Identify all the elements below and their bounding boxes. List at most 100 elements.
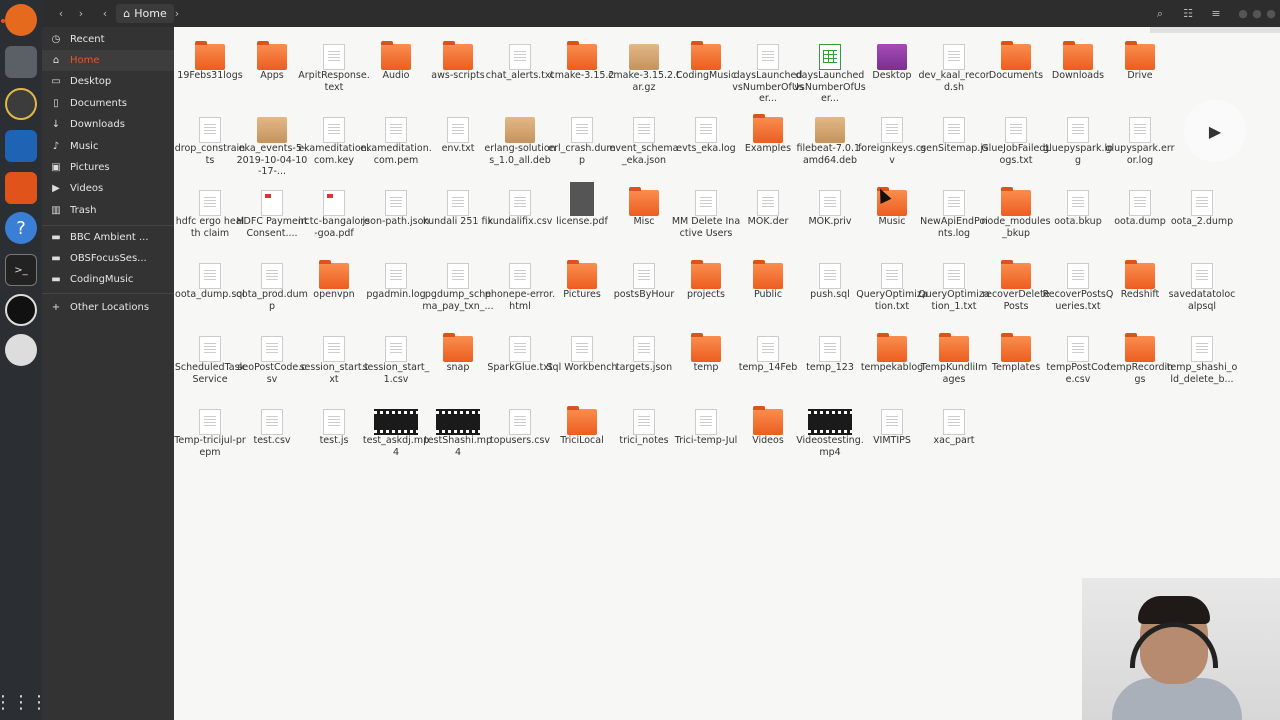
file-item[interactable]: test_askdj.mp4	[363, 398, 429, 469]
path-left-icon[interactable]: ‹	[98, 4, 112, 23]
sidebar-item-recent[interactable]: ◷ Recent	[42, 29, 174, 50]
file-item[interactable]: phonepe-error.html	[485, 252, 555, 323]
file-item[interactable]: gluepyspark.log	[1043, 106, 1113, 177]
file-item[interactable]: drop_constraints	[175, 106, 245, 177]
file-item[interactable]: QueryOptimization.txt	[856, 252, 928, 323]
file-item[interactable]: oota.dump	[1108, 179, 1172, 250]
file-item[interactable]: Misc	[612, 179, 676, 250]
file-item[interactable]: topusers.csv	[488, 398, 552, 469]
file-item[interactable]: oota_dump.sql	[175, 252, 245, 323]
file-item[interactable]: MOK.der	[736, 179, 800, 250]
file-item[interactable]: TriciLocal	[550, 398, 614, 469]
file-item[interactable]: daysLaunchedvsNumberOfUser...	[732, 33, 804, 104]
file-item[interactable]: cmake-3.15.2	[550, 33, 614, 104]
sidebar-item-videos[interactable]: ▶ Videos	[42, 178, 174, 199]
file-item[interactable]: VIMTIPS	[860, 398, 924, 469]
file-item[interactable]: NewApiEndPoints.log	[920, 179, 988, 250]
file-item[interactable]: seoPostCode.csv	[237, 325, 307, 396]
file-item[interactable]: ArpitResponse.text	[298, 33, 370, 104]
sidebar-item-pictures[interactable]: ▣ Pictures	[42, 157, 174, 178]
file-item[interactable]: postsByHour	[612, 252, 676, 323]
file-item[interactable]: 19Febs31logs	[177, 33, 243, 104]
file-item[interactable]: Desktop	[860, 33, 924, 104]
file-item[interactable]: Videostesting.mp4	[796, 398, 864, 469]
forward-icon[interactable]: ›	[74, 4, 88, 23]
sidebar-item-other-locations[interactable]: + Other Locations	[42, 297, 174, 318]
terminal-icon[interactable]: >_	[5, 254, 37, 286]
file-item[interactable]: dev_kaal_record.sh	[918, 33, 990, 104]
file-item[interactable]: TempKundliImages	[921, 325, 987, 396]
file-item[interactable]: push.sql	[798, 252, 862, 323]
path-home-button[interactable]: ⌂ Home	[116, 4, 174, 23]
file-item[interactable]: testShashi.mp4	[424, 398, 492, 469]
file-item[interactable]: temp	[674, 325, 738, 396]
file-item[interactable]: GlueJobFailedLogs.txt	[981, 106, 1051, 177]
file-item[interactable]: Drive	[1108, 33, 1172, 104]
file-item[interactable]: irctc-bangalore-goa.pdf	[298, 179, 370, 250]
file-item[interactable]: pgdump_schema_pay_txn_...	[422, 252, 494, 323]
obs-icon[interactable]	[5, 294, 37, 326]
maximize-icon[interactable]: ●	[1252, 4, 1262, 23]
file-item[interactable]: aws-scripts	[426, 33, 490, 104]
help-icon[interactable]: ?	[5, 212, 37, 244]
file-item[interactable]: tempRecordings	[1107, 325, 1173, 396]
file-item[interactable]: targets.json	[612, 325, 676, 396]
file-item[interactable]: test.csv	[240, 398, 304, 469]
file-item[interactable]: Redshift	[1108, 252, 1172, 323]
file-item[interactable]: xac_part	[922, 398, 986, 469]
file-item[interactable]: hdfc ergo health claim	[176, 179, 244, 250]
file-item[interactable]: RecoverPostsQueries.txt	[1043, 252, 1113, 323]
writer-icon[interactable]	[5, 130, 37, 162]
close-icon[interactable]: ●	[1266, 4, 1276, 23]
file-item[interactable]: daysLaunchedvsNumberOfUser...	[794, 33, 866, 104]
file-item[interactable]: Temp-tricijul-prepm	[174, 398, 246, 469]
file-item[interactable]: erl_crash.dump	[548, 106, 616, 177]
view-options-icon[interactable]: ☷	[1180, 4, 1196, 23]
file-item[interactable]: license.pdf	[550, 179, 614, 250]
file-item[interactable]: kundalifix.csv	[488, 179, 552, 250]
file-item[interactable]: session_start.txt	[300, 325, 368, 396]
file-item[interactable]: Public	[736, 252, 800, 323]
sidebar-item-bbc-ambient[interactable]: ▬ BBC Ambient ...	[42, 227, 174, 248]
sidebar-item-downloads[interactable]: ↓ Downloads	[42, 114, 174, 135]
file-item[interactable]: eka_events-5-2019-10-04-10-17-...	[237, 106, 307, 177]
search-icon[interactable]: ⌕	[1152, 4, 1168, 23]
file-item[interactable]: temp_shashi_old_delete_b...	[1167, 325, 1237, 396]
file-item[interactable]: test.js	[302, 398, 366, 469]
file-item[interactable]: QueryOptimization_1.txt	[918, 252, 990, 323]
file-item[interactable]: Examples	[736, 106, 800, 177]
file-item[interactable]: session_start_1.csv	[363, 325, 429, 396]
file-item[interactable]: kundali 251 fix	[423, 179, 493, 250]
rhythmbox-icon[interactable]	[5, 88, 37, 120]
file-item[interactable]: Apps	[240, 33, 304, 104]
file-item[interactable]: pgadmin.log	[364, 252, 428, 323]
file-item[interactable]: oota_prod.dump	[236, 252, 308, 323]
files-icon[interactable]	[5, 46, 37, 78]
file-item[interactable]: ekameditation.com.pem	[360, 106, 432, 177]
menu-icon[interactable]: ≡	[1208, 4, 1224, 23]
file-item[interactable]: temp_14Feb	[736, 325, 800, 396]
sidebar-item-trash[interactable]: ▥ Trash	[42, 200, 174, 221]
file-item[interactable]: env.txt	[426, 106, 490, 177]
file-item[interactable]: snap	[426, 325, 490, 396]
file-item[interactable]: Documents	[984, 33, 1048, 104]
minimize-icon[interactable]: ●	[1238, 4, 1248, 23]
file-item[interactable]: oota.bkup	[1046, 179, 1110, 250]
file-item[interactable]: glupyspark.error.log	[1105, 106, 1175, 177]
file-item[interactable]: MM Delete Inactive Users	[672, 179, 740, 250]
sidebar-item-home[interactable]: ⌂ Home	[42, 50, 174, 71]
file-item[interactable]: ekameditation.com.key	[298, 106, 370, 177]
file-item[interactable]: Audio	[364, 33, 428, 104]
file-item[interactable]: HDFC Payment Consent....	[236, 179, 308, 250]
file-item[interactable]: ScheduledTaskService	[175, 325, 245, 396]
file-item[interactable]: filebeat-7.0.1-amd64.deb	[797, 106, 863, 177]
file-item[interactable]: genSitemap.js	[920, 106, 988, 177]
file-item[interactable]: tempekablog	[860, 325, 924, 396]
file-item[interactable]: trici_notes	[612, 398, 676, 469]
app-icon[interactable]	[5, 334, 37, 366]
file-item[interactable]: erlang-solutions_1.0_all.deb	[484, 106, 556, 177]
file-item[interactable]: Downloads	[1046, 33, 1110, 104]
file-item[interactable]: temp_123	[798, 325, 862, 396]
show-applications-icon[interactable]: ⋮⋮⋮	[0, 686, 48, 718]
file-item[interactable]: foreignkeys.csv	[858, 106, 926, 177]
